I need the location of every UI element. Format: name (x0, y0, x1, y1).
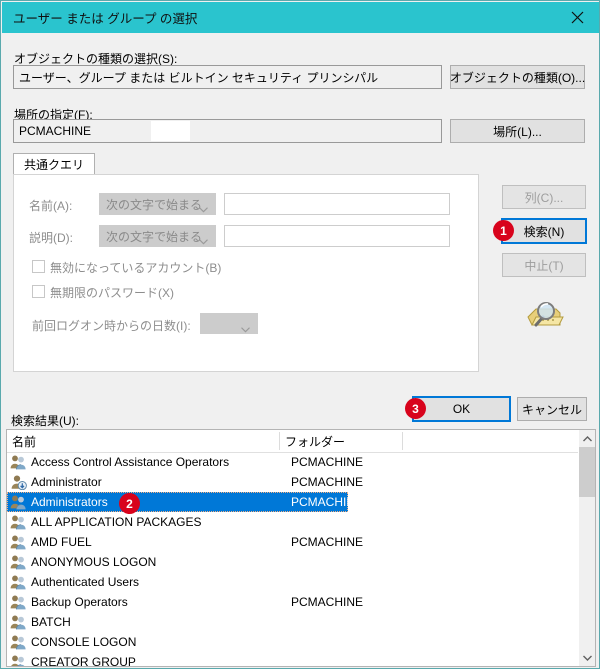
days-since-logon-combo[interactable] (200, 313, 258, 334)
object-type-button[interactable]: オブジェクトの種類(O)... (450, 65, 585, 89)
redaction-overlay (151, 121, 190, 141)
select-users-or-groups-dialog: ユーザー または グループ の選択 オブジェクトの種類の選択(S): ユーザー、… (0, 0, 600, 669)
chevron-down-icon (199, 234, 208, 248)
result-row[interactable]: CREATOR GROUP (7, 652, 579, 667)
tab-common-queries[interactable]: 共通クエリ (13, 153, 96, 175)
chevron-down-icon (199, 202, 208, 216)
object-type-field[interactable]: ユーザー、グループ または ビルトイン セキュリティ プリンシパル (13, 65, 442, 89)
group-icon (10, 554, 27, 570)
group-icon (10, 634, 27, 650)
results-label: 検索結果(U): (11, 414, 79, 428)
result-row-folder: PCMACHINE (291, 535, 364, 549)
columns-button[interactable]: 列(C)... (502, 185, 586, 209)
scroll-down-icon[interactable] (579, 649, 595, 666)
user-icon (10, 474, 27, 491)
days-since-logon-label: 前回ログオン時からの日数(I): (32, 319, 191, 333)
result-row-name: Authenticated Users (31, 575, 140, 589)
column-divider[interactable] (402, 432, 403, 450)
results-listbox[interactable]: 名前 フォルダー Access Control Assistance Opera… (6, 429, 596, 667)
column-header-name[interactable]: 名前 (7, 430, 279, 452)
query-description-input[interactable] (224, 225, 450, 247)
location-value: PCMACHINE (19, 124, 92, 138)
group-icon (10, 614, 27, 630)
result-row-folder: PCMACHINE (291, 595, 364, 609)
result-row-name: Access Control Assistance Operators (31, 455, 230, 469)
query-description-label: 説明(D): (29, 231, 73, 245)
result-row-name: ANONYMOUS LOGON (31, 555, 157, 569)
close-icon[interactable] (554, 2, 599, 33)
ok-button[interactable]: OK (413, 397, 510, 421)
query-description-condition[interactable]: 次の文字で始まる (99, 225, 216, 247)
result-row-name: Administrators (31, 495, 108, 509)
cancel-button[interactable]: キャンセル (517, 397, 587, 421)
group-icon (10, 494, 27, 510)
result-row-name: CREATOR GROUP (31, 655, 136, 667)
query-name-condition[interactable]: 次の文字で始まる (99, 193, 216, 215)
group-icon (10, 654, 27, 666)
step-badge-1: 1 (493, 220, 514, 241)
chevron-down-icon (241, 322, 250, 336)
search-folder-icon (522, 295, 566, 335)
location-button[interactable]: 場所(L)... (450, 119, 585, 143)
group-icon (10, 534, 27, 550)
title-bar: ユーザー または グループ の選択 (2, 2, 599, 33)
result-row[interactable]: ALL APPLICATION PACKAGES (7, 512, 579, 532)
stop-button[interactable]: 中止(T) (502, 253, 586, 277)
non-expiring-password-label: 無期限のパスワード(X) (50, 286, 174, 300)
result-row[interactable]: BATCH (7, 612, 579, 632)
result-row-name: CONSOLE LOGON (31, 635, 137, 649)
results-rows: Access Control Assistance Operators PCMAC… (7, 452, 579, 667)
result-row-folder: PCMACHINE (291, 475, 364, 489)
group-icon (10, 514, 27, 530)
scroll-up-icon[interactable] (579, 430, 595, 447)
results-header-row: 名前 フォルダー (7, 430, 579, 453)
query-name-label: 名前(A): (29, 199, 73, 213)
group-icon (10, 594, 27, 610)
disabled-accounts-checkbox[interactable] (32, 260, 45, 273)
result-row[interactable]: CONSOLE LOGON (7, 632, 579, 652)
non-expiring-password-checkbox[interactable] (32, 285, 45, 298)
result-row-name: Administrator (31, 475, 102, 489)
result-row[interactable]: Backup Operators PCMACHINE (7, 592, 579, 612)
search-button[interactable]: 検索(N) (502, 219, 586, 243)
result-row[interactable]: Authenticated Users (7, 572, 579, 592)
result-row-name: BATCH (31, 615, 71, 629)
result-row-name: Backup Operators (31, 595, 128, 609)
location-field[interactable]: PCMACHINE (13, 119, 442, 143)
result-row[interactable]: Administrator PCMACHINE (7, 472, 579, 492)
result-row[interactable]: ANONYMOUS LOGON (7, 552, 579, 572)
selected-result-row[interactable]: Administrators PCMACHINE (7, 492, 363, 512)
window-title: ユーザー または グループ の選択 (13, 12, 198, 26)
result-row[interactable]: Access Control Assistance Operators PCMAC… (7, 452, 579, 472)
group-icon (10, 454, 27, 470)
tab-strip: 共通クエリ (13, 153, 479, 175)
disabled-accounts-label: 無効になっているアカウント(B) (50, 261, 222, 275)
query-name-input[interactable] (224, 193, 450, 215)
result-row-folder: PCMACHINE (291, 495, 364, 509)
results-scrollbar[interactable] (578, 430, 595, 666)
query-name-condition-value: 次の文字で始まる (106, 197, 203, 212)
result-row-name: ALL APPLICATION PACKAGES (31, 515, 202, 529)
query-description-condition-value: 次の文字で始まる (106, 229, 203, 244)
common-queries-panel: 名前(A): 次の文字で始まる 説明(D): 次の文字で始まる 無効になっている… (13, 174, 479, 372)
scrollbar-thumb[interactable] (579, 447, 595, 497)
result-row-name: AMD FUEL (31, 535, 92, 549)
group-icon (10, 574, 27, 590)
step-badge-3: 3 (405, 398, 426, 419)
column-header-folder[interactable]: フォルダー (280, 430, 402, 452)
object-type-value: ユーザー、グループ または ビルトイン セキュリティ プリンシパル (19, 70, 379, 85)
result-row-folder: PCMACHINE (291, 455, 364, 469)
step-badge-2: 2 (119, 493, 140, 514)
result-row[interactable]: AMD FUEL PCMACHINE (7, 532, 579, 552)
